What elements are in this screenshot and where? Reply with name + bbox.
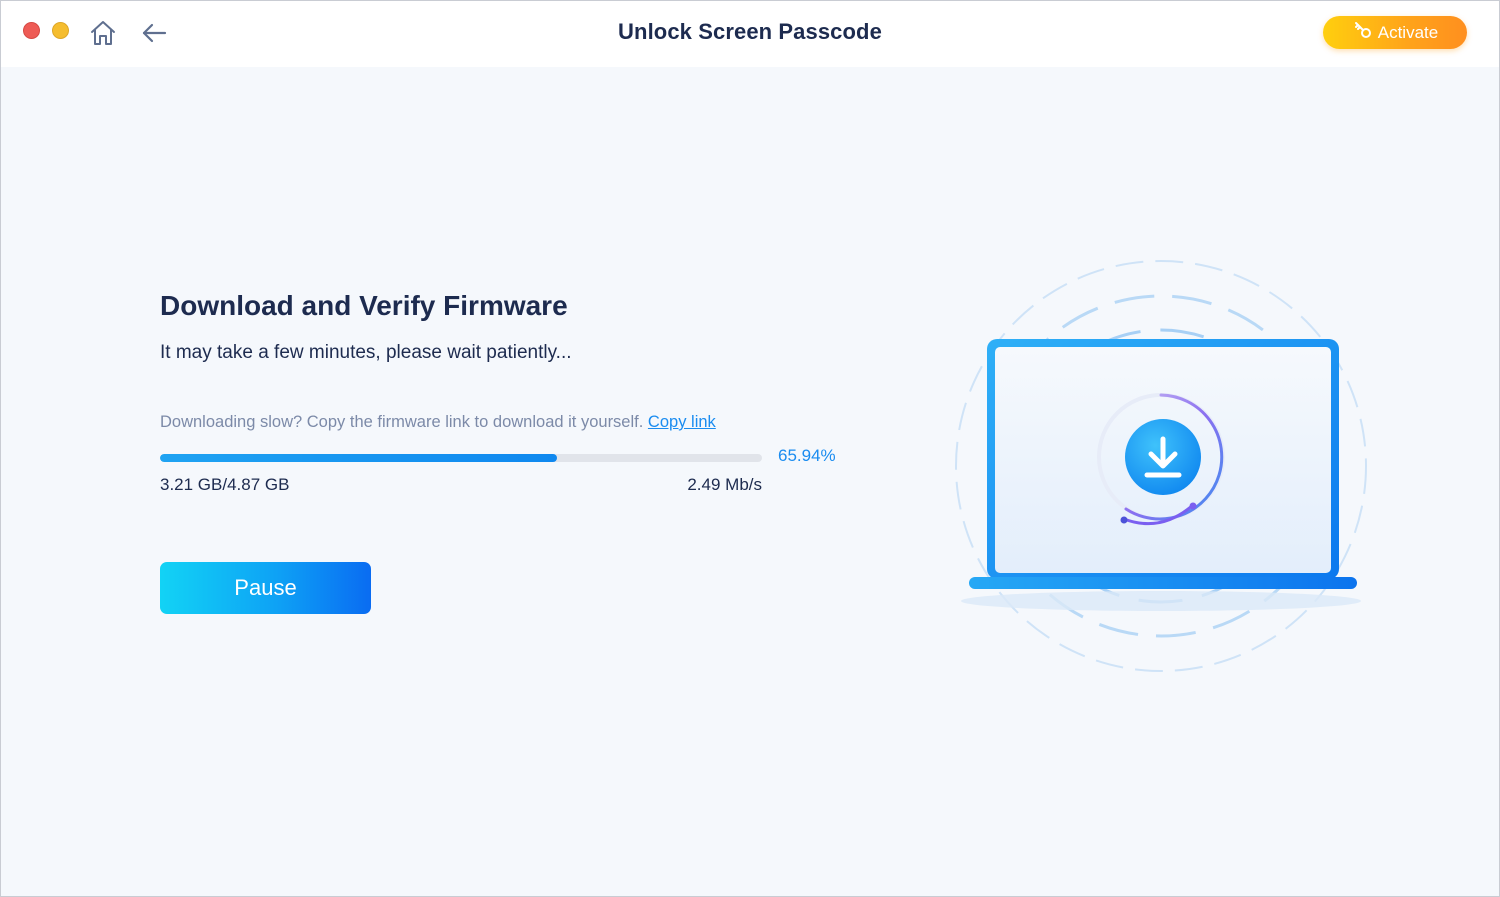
download-speed: 2.49 Mb/s: [687, 475, 762, 494]
download-hint-text: Downloading slow? Copy the firmware link…: [160, 413, 644, 431]
downloaded-size: 3.21 GB/4.87 GB: [160, 475, 290, 494]
download-progress-bar: [160, 454, 762, 462]
download-illustration: [931, 241, 1391, 691]
app-window: Unlock Screen Passcode Activate Download…: [0, 0, 1500, 897]
download-hint: Downloading slow? Copy the firmware link…: [160, 413, 716, 432]
title-bar: Unlock Screen Passcode Activate: [1, 1, 1499, 67]
progress-percent: 65.94%: [778, 446, 836, 465]
page-heading: Download and Verify Firmware: [160, 290, 568, 321]
key-icon: [1352, 19, 1374, 46]
pause-button[interactable]: Pause: [160, 562, 371, 614]
page-subtitle: It may take a few minutes, please wait p…: [160, 342, 572, 363]
activate-button[interactable]: Activate: [1323, 16, 1467, 49]
copy-link[interactable]: Copy link: [648, 413, 716, 431]
activate-label: Activate: [1377, 22, 1439, 42]
download-progress-fill: [160, 454, 557, 462]
window-title: Unlock Screen Passcode: [618, 19, 882, 44]
